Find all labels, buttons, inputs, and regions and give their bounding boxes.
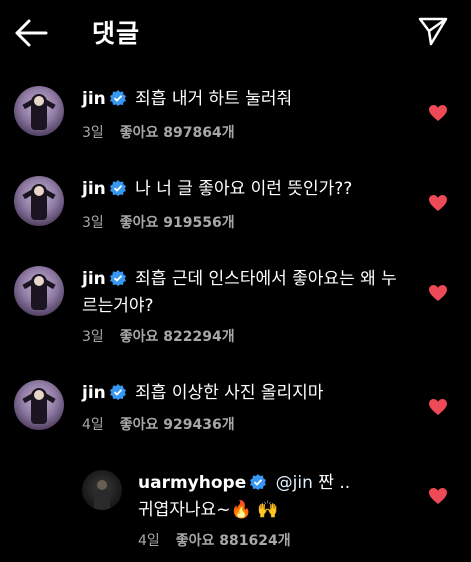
username[interactable]: jin	[82, 89, 106, 109]
like-count[interactable]: 좋아요 929436개	[120, 417, 235, 433]
like-count[interactable]: 좋아요 822294개	[120, 329, 235, 345]
heart-icon[interactable]	[428, 284, 448, 302]
reply-time: 4일	[138, 533, 160, 549]
comment-time: 3일	[82, 215, 104, 231]
verified-badge-icon	[109, 384, 126, 400]
username[interactable]: jin	[82, 179, 106, 199]
comment-body: 죄흡 이상한 사진 올리지마	[135, 383, 324, 403]
comment-time: 3일	[82, 125, 104, 141]
username[interactable]: jin	[82, 269, 106, 289]
heart-icon[interactable]	[428, 398, 448, 416]
header: 댓글	[0, 0, 471, 64]
comment-meta: 4일 좋아요 929436개	[82, 414, 251, 434]
verified-badge-icon	[109, 180, 126, 196]
username[interactable]: uarmyhope	[138, 473, 246, 493]
avatar-figure	[94, 488, 110, 510]
avatar[interactable]	[14, 380, 64, 430]
avatar[interactable]	[14, 86, 64, 136]
like-count[interactable]: 좋아요 919556개	[120, 215, 235, 231]
mention-link[interactable]: @jin	[276, 473, 313, 493]
avatar[interactable]	[14, 176, 64, 226]
avatar-face	[34, 390, 44, 400]
back-arrow-icon[interactable]	[14, 18, 48, 48]
comment-meta: 3일 좋아요 897864개	[82, 122, 251, 142]
comment-meta: 3일 좋아요 822294개	[82, 326, 251, 346]
avatar-face	[34, 96, 44, 106]
verified-badge-icon	[109, 90, 126, 106]
comment-text: jin 나 너 글 좋아요 이런 뜻인가??	[82, 176, 402, 203]
comment-time: 4일	[82, 417, 104, 433]
comment-text: jin 죄흡 근데 인스타에서 좋아요는 왜 누르는거야?	[82, 266, 402, 320]
avatar-face	[97, 480, 107, 490]
send-icon[interactable]	[418, 16, 448, 46]
like-count[interactable]: 좋아요 897864개	[120, 125, 235, 141]
comment-meta: 3일 좋아요 919556개	[82, 212, 251, 232]
like-count[interactable]: 좋아요 881624개	[176, 533, 291, 549]
reply-text: uarmyhope @jin 짠 .. 귀엽자나요~🔥 🙌	[138, 470, 398, 524]
comment-text: jin 죄흡 내거 하트 눌러줘	[82, 86, 402, 113]
page-title: 댓글	[92, 19, 141, 48]
verified-badge-icon	[109, 270, 126, 286]
reply-meta: 4일 좋아요 881624개	[138, 530, 307, 550]
username[interactable]: jin	[82, 383, 106, 403]
heart-icon[interactable]	[428, 487, 448, 505]
comment-text: jin 죄흡 이상한 사진 올리지마	[82, 380, 402, 407]
verified-badge-icon	[250, 474, 267, 490]
comment-body: 죄흡 내거 하트 눌러줘	[135, 89, 293, 109]
comment-body: 나 너 글 좋아요 이런 뜻인가??	[135, 179, 353, 199]
avatar-face	[34, 276, 44, 286]
heart-icon[interactable]	[428, 104, 448, 122]
avatar-face	[34, 186, 44, 196]
heart-icon[interactable]	[428, 194, 448, 212]
avatar[interactable]	[14, 266, 64, 316]
comment-time: 3일	[82, 329, 104, 345]
avatar[interactable]	[82, 470, 122, 510]
comment-body: 죄흡 근데 인스타에서 좋아요는 왜 누르는거야?	[82, 269, 397, 316]
